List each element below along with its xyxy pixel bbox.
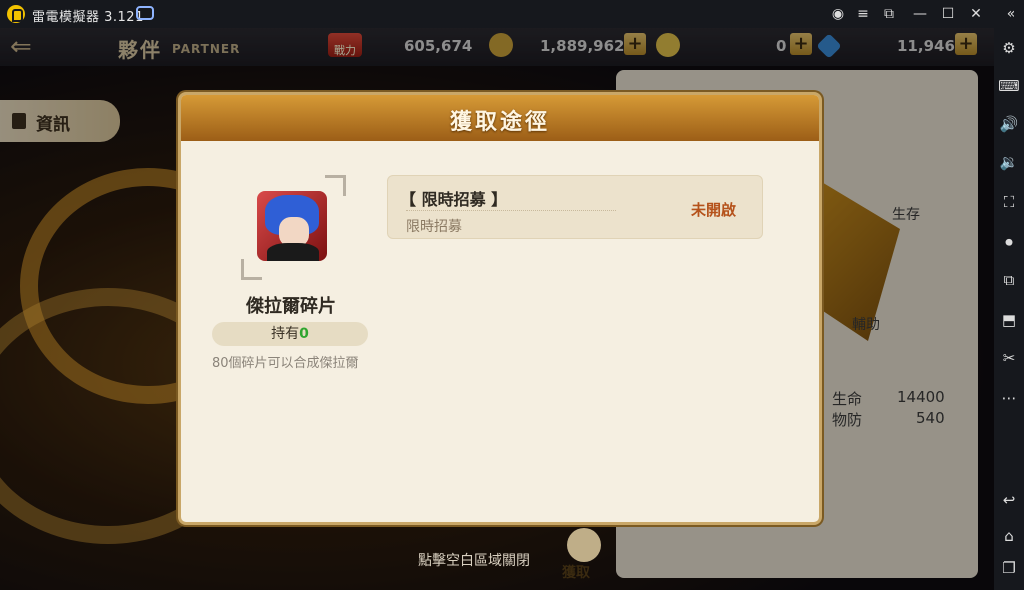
acquire-route-modal: 獲取途徑 傑拉爾碎片 持有0 80個碎片可以合成傑拉爾 【 限時招募 】 限時招… [178,92,822,525]
home-icon[interactable]: ⌂ [994,522,1024,550]
source-divider [406,210,616,211]
frame-corner [325,175,346,196]
account-icon[interactable]: ◉ [828,4,848,24]
minimize-icon[interactable]: — [910,4,930,24]
portrait-suit [267,243,319,261]
owned-count-badge: 持有0 [212,322,368,346]
close-icon[interactable]: ✕ [966,4,986,24]
get-button[interactable]: 獲取 [562,528,606,584]
gamepad-icon[interactable] [136,6,154,20]
settings-icon[interactable]: ⚙ [994,34,1024,62]
record-icon[interactable]: ⏺ [994,228,1024,256]
restore-icon[interactable]: ⧉ [879,4,899,24]
emulator-sidebar: ⚙ ⌨ 🔊 🔉 ⛶ ⏺ ⧉ ⬒ ✂ ⋯ ↩ ⌂ ❐ [994,28,1024,590]
close-hint: 點擊空白區域關閉 [418,553,530,569]
screenshot-icon[interactable]: ⛶ [994,188,1024,216]
multi-instance-icon[interactable]: ⧉ [994,266,1024,294]
fragment-portrait [257,191,327,261]
owned-label: 持有 [271,326,300,342]
cut-icon[interactable]: ✂ [994,344,1024,372]
source-status: 未開啟 [690,201,736,219]
source-name: 【 限時招募 】 [400,190,508,209]
source-item[interactable]: 【 限時招募 】 限時招募 未開啟 [387,175,763,239]
source-sub: 限時招募 [406,219,462,235]
game-scene: ⇐ 夥伴 PARTNER 戰力 605,674 1,889,962 + 0 + … [0,28,994,590]
volume-up-icon[interactable]: 🔊 [994,110,1024,138]
emulator-titlebar: 雷電模擬器 3.121 ◉ ≡ ⧉ — ☐ ✕ « [0,0,1024,28]
modal-header: 獲取途徑 [181,95,819,141]
modal-title: 獲取途徑 [449,110,550,135]
fragment-name: 傑拉爾碎片 [246,296,336,317]
back-icon[interactable]: ↩ [994,486,1024,514]
recent-apps-icon[interactable]: ❐ [994,554,1024,582]
owned-count: 0 [299,326,309,342]
maximize-icon[interactable]: ☐ [938,4,958,24]
get-arrow-icon [567,528,601,562]
more-icon[interactable]: ⋯ [994,384,1024,412]
apk-install-icon[interactable]: ⬒ [994,306,1024,334]
volume-down-icon[interactable]: 🔉 [994,148,1024,176]
get-button-label: 獲取 [562,565,590,581]
ldplayer-logo-icon [7,5,25,23]
keyboard-icon[interactable]: ⌨ [994,72,1024,100]
menu-icon[interactable]: ≡ [853,4,873,24]
fragment-description: 80個碎片可以合成傑拉爾 [212,356,359,371]
app-name: 雷電模擬器 3.121 [32,10,144,25]
frame-corner [241,259,262,280]
collapse-icon[interactable]: « [1001,4,1021,24]
